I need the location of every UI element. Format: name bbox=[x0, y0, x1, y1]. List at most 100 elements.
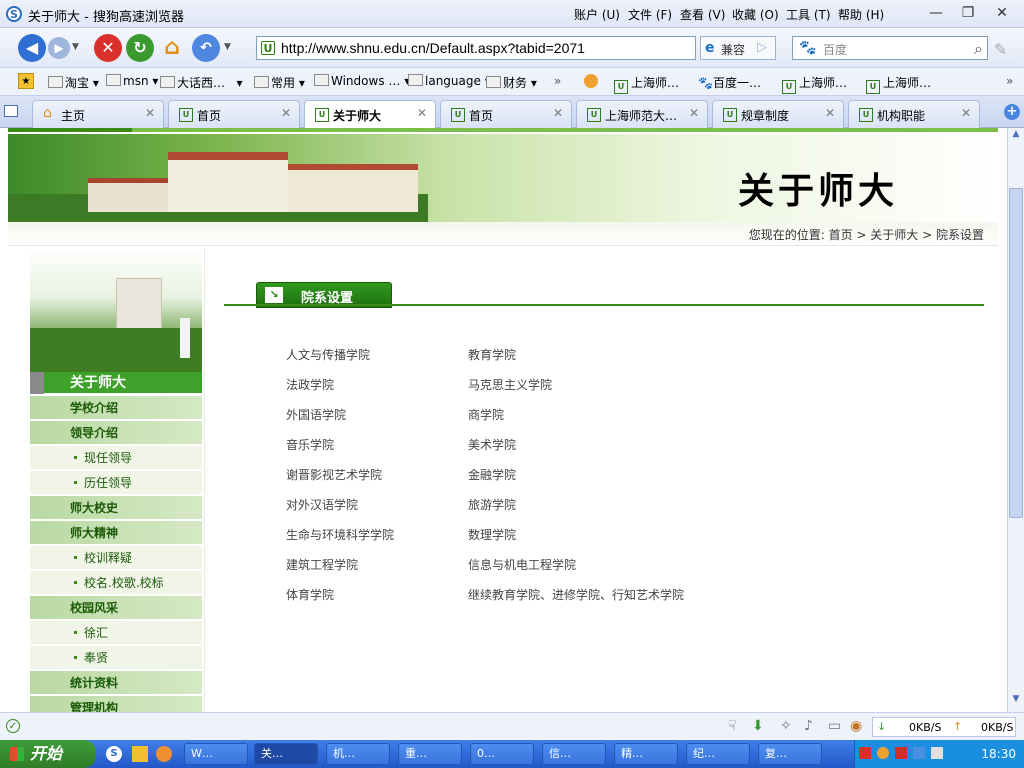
tray-sogou-icon[interactable] bbox=[877, 747, 889, 759]
eye-icon[interactable]: ◉ bbox=[850, 718, 862, 734]
bookmark-shnu-1[interactable]: U 上海师… bbox=[614, 74, 679, 94]
url-input[interactable]: http://www.shnu.edu.cn/Default.aspx?tabi… bbox=[281, 40, 585, 56]
task-folder-xin[interactable]: 信… bbox=[542, 743, 606, 765]
menu-help[interactable]: 帮助 (H) bbox=[838, 6, 884, 23]
search-box[interactable]: 🐾 百度 ⌕ bbox=[792, 36, 988, 60]
back-icon[interactable]: ◀ bbox=[18, 34, 46, 62]
bookmark-shnu-3[interactable]: U 上海师… bbox=[866, 74, 931, 94]
undo-dropdown-icon[interactable]: ▼ bbox=[224, 42, 231, 52]
menu-tools[interactable]: 工具 (T) bbox=[786, 6, 831, 23]
close-window-icon[interactable]: ✕ bbox=[988, 2, 1016, 24]
start-button[interactable]: 开始 bbox=[0, 740, 96, 768]
dept-link[interactable]: 数理学院 bbox=[468, 526, 516, 543]
history-dropdown-icon[interactable]: ▼ bbox=[72, 42, 79, 52]
bookmarks-overflow-icon[interactable]: » bbox=[554, 74, 561, 88]
bookmarks-more-icon[interactable]: » bbox=[1006, 74, 1013, 88]
bookmark-baidu[interactable]: 🐾百度一… bbox=[698, 74, 761, 91]
close-tab-icon[interactable]: ✕ bbox=[145, 106, 155, 120]
menu-account[interactable]: 账户 (U) bbox=[574, 6, 620, 23]
dept-link[interactable]: 金融学院 bbox=[468, 466, 516, 483]
tray-network-icon[interactable] bbox=[913, 747, 925, 759]
pen-icon[interactable]: ✎ bbox=[994, 40, 1007, 59]
task-doc-zhong[interactable]: 重… bbox=[398, 743, 462, 765]
sidebar-item-school-intro[interactable]: 学校介绍 bbox=[30, 396, 202, 420]
favorites-star-icon[interactable]: ★ bbox=[18, 73, 34, 89]
stop-icon[interactable]: ✕ bbox=[94, 34, 122, 62]
home-icon[interactable]: ⌂ bbox=[158, 34, 186, 62]
tab-organization[interactable]: U 机构职能 ✕ bbox=[848, 100, 980, 128]
close-tab-icon[interactable]: ✕ bbox=[961, 106, 971, 120]
task-doc-fu[interactable]: 复… bbox=[758, 743, 822, 765]
dept-link[interactable]: 商学院 bbox=[468, 406, 504, 423]
dept-link[interactable]: 对外汉语学院 bbox=[286, 496, 358, 513]
tab-shnu-home-1[interactable]: U 首页 ✕ bbox=[168, 100, 300, 128]
bookmark-folder-msn[interactable]: msn ▾ bbox=[106, 74, 158, 88]
bookmark-folder-common[interactable]: 常用 ▾ bbox=[254, 74, 305, 91]
bookmark-folder-language[interactable]: language ▾ bbox=[408, 74, 491, 88]
sidebar-item-spirit[interactable]: 师大精神 bbox=[30, 521, 202, 545]
tray-volume-icon[interactable] bbox=[931, 747, 943, 759]
dept-link[interactable]: 教育学院 bbox=[468, 346, 516, 363]
close-tab-icon[interactable]: ✕ bbox=[553, 106, 563, 120]
bookmark-folder-dahua[interactable]: 大话西… ▾ bbox=[160, 74, 242, 91]
go-icon[interactable]: ▷ bbox=[757, 40, 767, 55]
quicklaunch-firefox-icon[interactable] bbox=[156, 746, 172, 762]
task-doc-ji[interactable]: 纪… bbox=[686, 743, 750, 765]
sidebar-item-history[interactable]: 师大校史 bbox=[30, 496, 202, 520]
forward-icon[interactable]: ▶ bbox=[48, 37, 70, 59]
bookmark-shnu-2[interactable]: U 上海师… bbox=[782, 74, 847, 94]
download-icon[interactable]: ⬇ bbox=[752, 718, 764, 734]
scroll-up-icon[interactable]: ▲ bbox=[1009, 129, 1023, 143]
task-w[interactable]: W… bbox=[184, 743, 248, 765]
address-bar[interactable]: U http://www.shnu.edu.cn/Default.aspx?ta… bbox=[256, 36, 709, 60]
dept-link[interactable]: 体育学院 bbox=[286, 586, 334, 603]
sidebar-item-motto[interactable]: 校训释疑 bbox=[30, 546, 202, 570]
bookmark-folder-windows[interactable]: Windows … ▾ bbox=[314, 74, 410, 88]
minimize-icon[interactable]: — bbox=[922, 2, 950, 24]
sidebar-item-management[interactable]: 管理机构 bbox=[30, 696, 202, 712]
dept-link[interactable]: 人文与传播学院 bbox=[286, 346, 370, 363]
compat-mode-button[interactable]: e 兼容 ▷ bbox=[700, 36, 776, 60]
tray-security-icon[interactable] bbox=[895, 747, 907, 759]
tab-home[interactable]: ⌂ 主页 ✕ bbox=[32, 100, 164, 128]
scroll-down-icon[interactable]: ▼ bbox=[1009, 694, 1023, 708]
sidebar-item-fengxian[interactable]: 奉贤 bbox=[30, 646, 202, 670]
close-tab-icon[interactable]: ✕ bbox=[281, 106, 291, 120]
sidebar-item-xuhui[interactable]: 徐汇 bbox=[30, 621, 202, 645]
sidebar-item-leadership[interactable]: 领导介绍 bbox=[30, 421, 202, 445]
close-tab-icon[interactable]: ✕ bbox=[825, 106, 835, 120]
bookmark-folder-finance[interactable]: 财务 ▾ bbox=[486, 74, 537, 91]
volume-icon[interactable]: ♪ bbox=[804, 718, 813, 734]
dept-link[interactable]: 建筑工程学院 bbox=[286, 556, 358, 573]
dept-link[interactable]: 音乐学院 bbox=[286, 436, 334, 453]
vertical-scrollbar[interactable]: ▲ ▼ bbox=[1007, 128, 1024, 712]
dept-link[interactable]: 马克思主义学院 bbox=[468, 376, 552, 393]
sidebar-item-current-leaders[interactable]: 现任领导 bbox=[30, 446, 202, 470]
bookmark-folder-taobao[interactable]: 淘宝 ▾ bbox=[48, 74, 99, 91]
dept-link[interactable]: 旅游学院 bbox=[468, 496, 516, 513]
task-doc-0[interactable]: 0… bbox=[470, 743, 534, 765]
search-icon[interactable]: ⌕ bbox=[974, 39, 983, 59]
tab-about[interactable]: U 关于师大 ✕ bbox=[304, 100, 436, 129]
refresh-icon[interactable]: ↻ bbox=[126, 34, 154, 62]
sidebar-item-name-song-logo[interactable]: 校名.校歌.校标 bbox=[30, 571, 202, 595]
task-doc-jing[interactable]: 精… bbox=[614, 743, 678, 765]
sidebar-item-former-leaders[interactable]: 历任领导 bbox=[30, 471, 202, 495]
dept-link[interactable]: 外国语学院 bbox=[286, 406, 346, 423]
menu-file[interactable]: 文件 (F) bbox=[628, 6, 672, 23]
tab-shnu-university[interactable]: U 上海师范大… ✕ bbox=[576, 100, 708, 128]
quicklaunch-sogou-icon[interactable]: S bbox=[106, 746, 122, 762]
dept-link[interactable]: 生命与环境科学学院 bbox=[286, 526, 394, 543]
scroll-thumb[interactable] bbox=[1009, 188, 1023, 518]
task-folder-ji[interactable]: 机… bbox=[326, 743, 390, 765]
sidebar-header[interactable]: 关于师大 bbox=[30, 372, 202, 394]
tab-regulations[interactable]: U 规章制度 ✕ bbox=[712, 100, 844, 128]
tray-app-icon[interactable] bbox=[859, 747, 871, 759]
close-tab-icon[interactable]: ✕ bbox=[417, 106, 427, 120]
restore-icon[interactable]: ❐ bbox=[954, 2, 982, 24]
undo-close-tab-icon[interactable]: ↶ bbox=[192, 34, 220, 62]
sidebar-item-campus[interactable]: 校园风采 bbox=[30, 596, 202, 620]
search-input[interactable]: 百度 bbox=[823, 41, 847, 58]
dept-link[interactable]: 美术学院 bbox=[468, 436, 516, 453]
screenshot-icon[interactable]: ▭ bbox=[828, 718, 841, 734]
